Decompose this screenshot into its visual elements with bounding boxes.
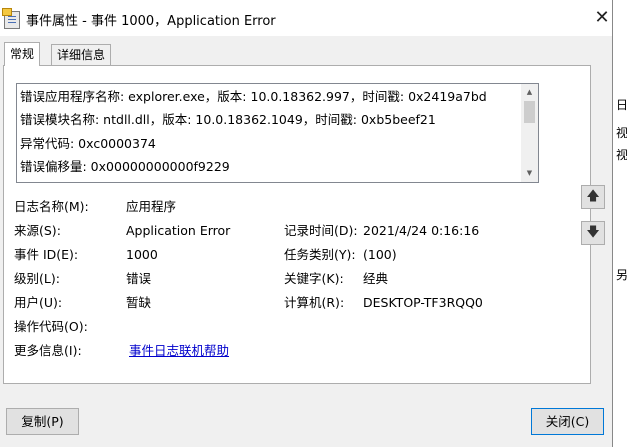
level-value: 错误	[126, 271, 152, 286]
background-text: 另	[616, 268, 627, 282]
tab-general[interactable]: 常规	[4, 42, 41, 66]
scroll-up-arrow-icon[interactable]: ▲	[521, 84, 538, 101]
description-line: 异常代码: 0xc0000374	[20, 136, 156, 151]
log-name-label: 日志名称(M):	[14, 199, 89, 214]
description-line: 错误模块名称: ntdll.dll，版本: 10.0.18362.1049，时间…	[20, 112, 436, 127]
event-id-value: 1000	[126, 247, 158, 262]
logged-value: 2021/4/24 0:16:16	[363, 223, 480, 238]
event-properties-icon	[2, 8, 20, 29]
scroll-down-arrow-icon[interactable]: ▼	[521, 165, 538, 182]
more-info-label: 更多信息(I):	[14, 343, 82, 358]
background-window: 日 视 视 另	[612, 0, 627, 447]
tab-details[interactable]: 详细信息	[51, 44, 112, 66]
previous-event-button[interactable]: 🡅	[581, 185, 605, 209]
computer-label: 计算机(R):	[284, 295, 345, 310]
keywords-value: 经典	[363, 271, 389, 286]
event-log-online-help-link[interactable]: 事件日志联机帮助	[129, 342, 229, 360]
opcode-label: 操作代码(O):	[14, 319, 88, 334]
description-line: 错误偏移量: 0x00000000000f9229	[20, 159, 230, 174]
task-category-value: (100)	[363, 247, 397, 262]
event-properties-dialog: 事件属性 - 事件 1000，Application Error ✕ 常规 详细…	[0, 0, 613, 447]
user-value: 暂缺	[126, 295, 152, 310]
close-button[interactable]: 关闭(C)	[531, 408, 604, 435]
arrow-down-icon: 🡇	[586, 225, 600, 240]
log-name-value: 应用程序	[126, 199, 177, 214]
computer-value: DESKTOP-TF3RQQ0	[363, 295, 483, 310]
source-value: Application Error	[126, 223, 231, 238]
description-line: 错误应用程序名称: explorer.exe，版本: 10.0.18362.99…	[20, 89, 487, 104]
background-text: 日	[616, 98, 627, 112]
vertical-scrollbar[interactable]: ▲ ▼	[521, 84, 538, 182]
close-icon[interactable]: ✕	[588, 6, 616, 30]
source-label: 来源(S):	[14, 223, 61, 238]
event-id-label: 事件 ID(E):	[14, 247, 79, 262]
event-description-box[interactable]: 错误应用程序名称: explorer.exe，版本: 10.0.18362.99…	[16, 83, 539, 183]
window-title: 事件属性 - 事件 1000，Application Error	[26, 14, 276, 29]
copy-button[interactable]: 复制(P)	[6, 408, 79, 435]
background-text: 视	[616, 148, 627, 162]
user-label: 用户(U):	[14, 295, 63, 310]
logged-label: 记录时间(D):	[284, 223, 358, 238]
level-label: 级别(L):	[14, 271, 60, 286]
keywords-label: 关键字(K):	[284, 271, 344, 286]
arrow-up-icon: 🡅	[586, 189, 600, 204]
title-bar[interactable]: 事件属性 - 事件 1000，Application Error ✕	[0, 0, 612, 36]
scrollbar-thumb[interactable]	[524, 101, 535, 123]
background-text: 视	[616, 126, 627, 140]
next-event-button[interactable]: 🡇	[581, 221, 605, 245]
task-category-label: 任务类别(Y):	[284, 247, 356, 262]
